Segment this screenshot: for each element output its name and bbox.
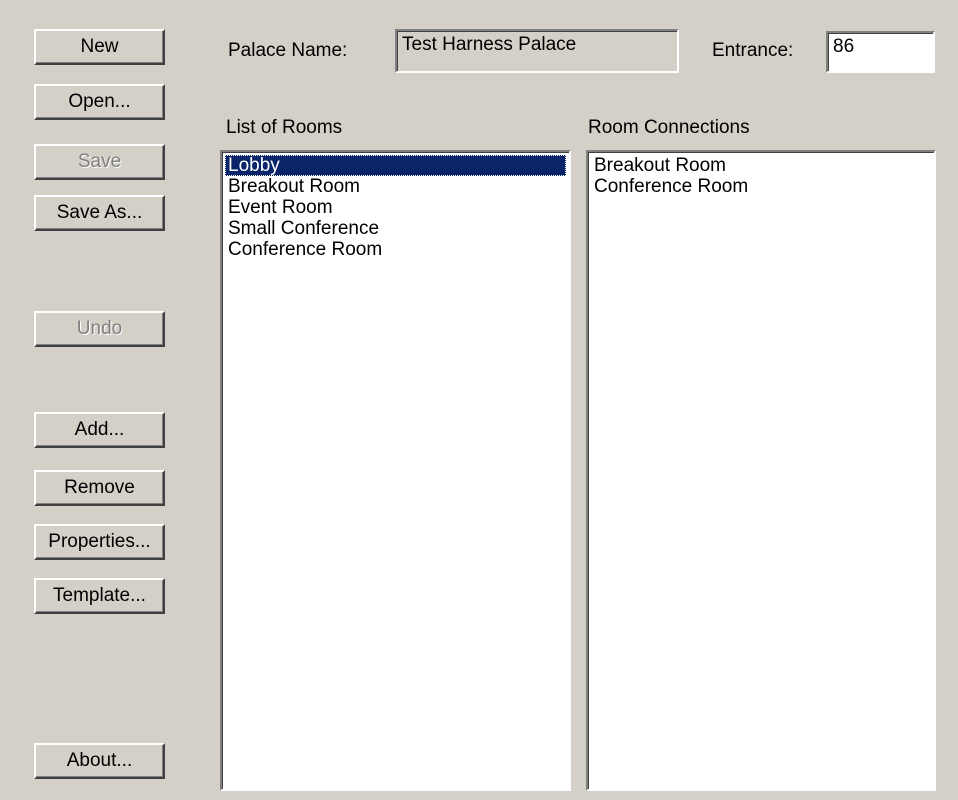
undo-button[interactable]: Undo: [34, 311, 165, 347]
list-item[interactable]: Breakout Room: [225, 176, 566, 197]
save-button[interactable]: Save: [34, 144, 165, 180]
entrance-field[interactable]: 86: [826, 31, 935, 73]
template-button[interactable]: Template...: [34, 578, 165, 614]
new-button[interactable]: New: [34, 29, 165, 65]
palace-name-label: Palace Name:: [228, 40, 348, 61]
open-button[interactable]: Open...: [34, 84, 165, 120]
connections-list-header: Room Connections: [588, 117, 750, 138]
palace-name-field[interactable]: Test Harness Palace: [395, 29, 679, 73]
about-button[interactable]: About...: [34, 743, 165, 779]
rooms-listbox[interactable]: Lobby Breakout Room Event Room Small Con…: [220, 150, 571, 791]
remove-button[interactable]: Remove: [34, 470, 165, 506]
save-as-button[interactable]: Save As...: [34, 195, 165, 231]
rooms-list-header: List of Rooms: [226, 117, 343, 138]
list-item[interactable]: Event Room: [225, 197, 566, 218]
add-button[interactable]: Add...: [34, 412, 165, 448]
list-item[interactable]: Conference Room: [225, 239, 566, 260]
entrance-label: Entrance:: [712, 40, 794, 61]
connections-listbox[interactable]: Breakout Room Conference Room: [586, 150, 936, 791]
list-item[interactable]: Conference Room: [591, 176, 931, 197]
list-item[interactable]: Small Conference: [225, 218, 566, 239]
list-item[interactable]: Breakout Room: [591, 155, 931, 176]
list-item-selected[interactable]: Lobby: [225, 155, 566, 176]
properties-button[interactable]: Properties...: [34, 524, 165, 560]
